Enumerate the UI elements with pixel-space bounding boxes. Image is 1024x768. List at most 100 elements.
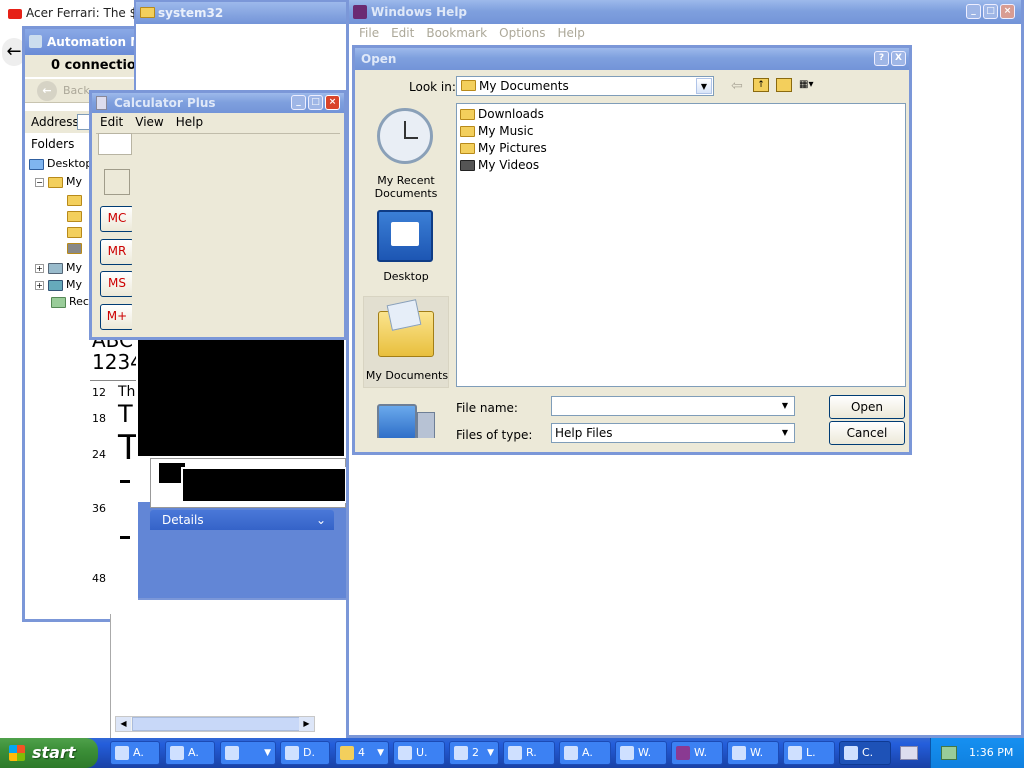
close-button[interactable]: × [325, 95, 340, 110]
tray-network-icon[interactable] [941, 746, 957, 760]
up-folder-icon[interactable]: ↑ [753, 78, 769, 92]
chevron-down-icon[interactable]: ▼ [264, 742, 271, 764]
automation-icon [29, 35, 42, 48]
horizontal-scrollbar[interactable]: ◀ ▶ [115, 716, 315, 732]
menu-help[interactable]: Help [176, 115, 203, 129]
open-dialog: Open ? X Look in: My Documents ▼ ⇦ ↑ ▦▾ … [352, 45, 912, 455]
file-item-downloads[interactable]: Downloads [460, 107, 544, 121]
tree-sub-2[interactable] [67, 209, 85, 222]
file-type-select[interactable]: Help Files ▼ [551, 423, 795, 443]
scroll-thumb[interactable] [132, 717, 300, 731]
explorer-titlebar[interactable]: Automation Ma [25, 29, 139, 55]
cancel-button[interactable]: Cancel [829, 421, 905, 445]
file-item-music[interactable]: My Music [460, 124, 533, 138]
open-button[interactable]: Open [829, 395, 905, 419]
taskbar-item-2[interactable]: A. [165, 741, 215, 765]
file-list[interactable]: Downloads My Music My Pictures My Videos [456, 103, 906, 387]
menu-edit[interactable]: Edit [391, 26, 414, 40]
tree-sub-1[interactable] [67, 193, 85, 206]
folder-icon [140, 7, 155, 18]
tree-item-recycle[interactable]: Rec [51, 295, 89, 308]
chevron-down-icon[interactable]: ▼ [487, 742, 494, 764]
back-arrow-icon[interactable]: ⇦ [731, 78, 743, 94]
taskbar-item-13[interactable]: L. [783, 741, 835, 765]
chevron-down-icon[interactable]: ▼ [696, 78, 712, 94]
mc-button[interactable]: MC [100, 206, 134, 232]
maximize-button[interactable]: □ [983, 4, 998, 19]
taskbar-item-14[interactable]: C. [839, 741, 891, 765]
look-in-select[interactable]: My Documents ▼ [456, 76, 714, 96]
close-button[interactable]: X [891, 51, 906, 66]
taskbar-item-4[interactable]: D. [280, 741, 330, 765]
places-mycomputer[interactable] [361, 400, 451, 438]
taskbar-item-11[interactable]: W. [671, 741, 723, 765]
expand-icon[interactable]: + [35, 281, 44, 290]
system32-titlebar[interactable]: system32 [136, 2, 346, 24]
close-button[interactable]: × [1000, 4, 1015, 19]
expand-icon[interactable]: + [35, 264, 44, 273]
tree-sub-3[interactable] [67, 225, 85, 238]
menu-edit[interactable]: Edit [100, 115, 123, 129]
system32-lower-pane: ◀ ▶ [110, 600, 346, 738]
menu-view[interactable]: View [135, 115, 163, 129]
mr-button[interactable]: MR [100, 239, 134, 265]
browser-tab[interactable]: Acer Ferrari: The $2,0 [0, 6, 140, 26]
calculator-display[interactable] [98, 133, 132, 155]
menu-file[interactable]: File [359, 26, 379, 40]
menu-options[interactable]: Options [499, 26, 545, 40]
address-label: Address [31, 115, 79, 129]
ms-button[interactable]: MS [100, 271, 134, 297]
start-button[interactable]: start [0, 738, 98, 768]
minimize-button[interactable]: _ [291, 95, 306, 110]
chevron-down-icon[interactable]: ⌄ [316, 510, 326, 530]
places-mydocuments[interactable]: My Documents [363, 296, 449, 388]
details-header[interactable]: Details ⌄ [150, 510, 334, 530]
menu-help[interactable]: Help [557, 26, 584, 40]
tree-item-network[interactable]: + My [35, 278, 82, 291]
help-titlebar[interactable]: Windows Help _ □ × [349, 0, 1021, 24]
menu-bookmark[interactable]: Bookmark [426, 26, 487, 40]
taskbar-item-8[interactable]: R. [503, 741, 555, 765]
computer-icon [377, 404, 417, 438]
scroll-right-icon[interactable]: ▶ [299, 717, 314, 731]
clock[interactable]: 1:36 PM [969, 746, 1013, 759]
tree-sub-4[interactable] [67, 241, 85, 254]
taskbar-item-1[interactable]: A. [110, 741, 160, 765]
windows-logo-icon [9, 745, 25, 761]
taskbar-item-9[interactable]: A. [559, 741, 611, 765]
help-button[interactable]: ? [874, 51, 889, 66]
taskbar-item-12[interactable]: W. [727, 741, 779, 765]
views-menu-icon[interactable]: ▦▾ [799, 79, 823, 93]
tree-item-desktop[interactable]: Desktop [29, 157, 92, 170]
maximize-button[interactable]: □ [308, 95, 323, 110]
back-label[interactable]: Back [63, 84, 90, 97]
font-viewer: ABC 1234 12 Th 18 T 24 T 36 48 [90, 334, 138, 614]
taskbar-item-7[interactable]: 2 ▼ [449, 741, 499, 765]
new-folder-icon[interactable] [776, 78, 792, 92]
calculator-titlebar[interactable]: Calculator Plus _ □ × [92, 93, 344, 113]
file-name-input[interactable]: ▼ [551, 396, 795, 416]
file-item-videos[interactable]: My Videos [460, 158, 539, 172]
chevron-down-icon[interactable]: ▼ [777, 425, 793, 441]
places-recent[interactable]: My Recent Documents [361, 102, 451, 200]
open-dialog-titlebar[interactable]: Open ? X [355, 48, 909, 70]
scroll-left-icon[interactable]: ◀ [116, 717, 131, 731]
collapse-icon[interactable]: − [35, 178, 44, 187]
minimize-button[interactable]: _ [966, 4, 981, 19]
app-icon [564, 746, 578, 760]
file-item-pictures[interactable]: My Pictures [460, 141, 547, 155]
back-arrow-icon[interactable]: ← [37, 81, 57, 101]
tree-item-mycomputer[interactable]: + My [35, 261, 82, 274]
taskbar-item-5[interactable]: 4 ▼ [335, 741, 389, 765]
app-icon [225, 746, 239, 760]
menu-divider [96, 133, 340, 134]
chevron-down-icon[interactable]: ▼ [377, 742, 384, 764]
taskbar-item-10[interactable]: W. [615, 741, 667, 765]
tree-item-mydocs[interactable]: − My [35, 175, 82, 188]
taskbar-item-3[interactable]: ▼ [220, 741, 276, 765]
taskbar-item-6[interactable]: U. [393, 741, 445, 765]
places-desktop[interactable]: Desktop [361, 202, 451, 288]
chevron-down-icon[interactable]: ▼ [777, 398, 793, 414]
keyboard-icon[interactable] [900, 746, 918, 760]
m-plus-button[interactable]: M+ [100, 304, 134, 330]
